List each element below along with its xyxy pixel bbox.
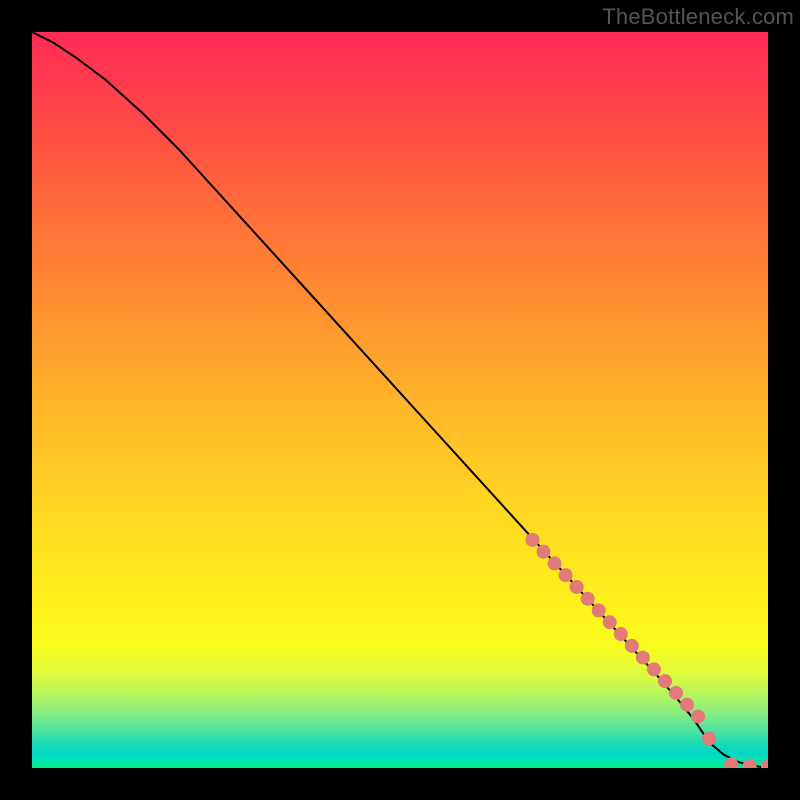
data-marker xyxy=(559,568,573,582)
curve-layer xyxy=(32,32,768,768)
plot-area xyxy=(32,32,768,768)
data-marker xyxy=(636,651,650,665)
data-marker xyxy=(691,709,705,723)
data-marker xyxy=(680,698,694,712)
data-marker xyxy=(537,545,551,559)
data-marker xyxy=(702,732,716,746)
data-marker xyxy=(647,662,661,676)
data-marker xyxy=(548,556,562,570)
data-marker xyxy=(603,615,617,629)
data-marker xyxy=(658,674,672,688)
data-marker xyxy=(525,533,539,547)
main-curve xyxy=(32,32,768,768)
data-marker xyxy=(614,627,628,641)
watermark-text: TheBottleneck.com xyxy=(602,4,794,30)
data-marker xyxy=(724,757,738,768)
data-marker xyxy=(581,592,595,606)
data-marker xyxy=(592,604,606,618)
data-marker xyxy=(669,686,683,700)
chart-frame: TheBottleneck.com xyxy=(0,0,800,800)
marker-group xyxy=(525,533,768,768)
data-marker xyxy=(743,759,757,768)
data-marker xyxy=(570,580,584,594)
data-marker xyxy=(625,639,639,653)
data-marker xyxy=(761,760,768,768)
